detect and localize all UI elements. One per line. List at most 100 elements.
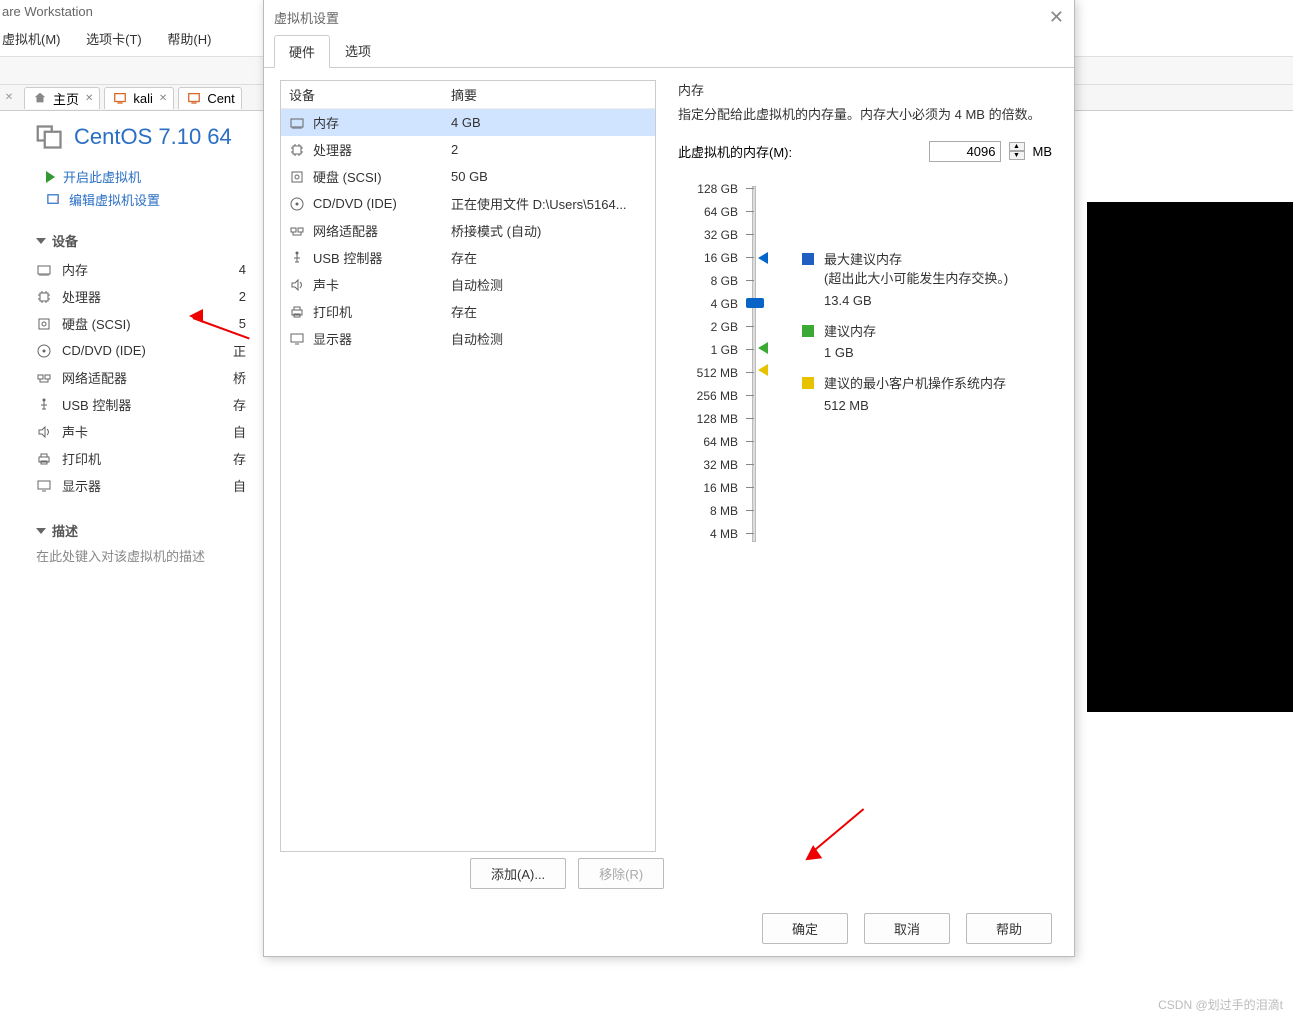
tab-centos[interactable]: Cent xyxy=(178,87,241,109)
scale-label: 16 MB xyxy=(678,481,738,504)
device-row[interactable]: CD/DVD (IDE)正 xyxy=(36,337,246,364)
vm-icon xyxy=(187,91,201,105)
tab-home[interactable]: 主页 ✕ xyxy=(24,87,100,109)
menu-help[interactable]: 帮助(H) xyxy=(167,32,211,47)
vm-preview-dark xyxy=(1087,202,1293,712)
hardware-row[interactable]: 打印机存在 xyxy=(281,298,655,325)
device-name: USB 控制器 xyxy=(62,395,131,414)
legend-suggested: 建议内存 xyxy=(824,322,876,342)
menu-vm[interactable]: 虚拟机(M) xyxy=(2,32,61,47)
device-row[interactable]: 处理器2 xyxy=(36,283,246,310)
memory-input[interactable] xyxy=(929,141,1001,162)
hardware-list[interactable]: 设备 摘要 内存4 GB处理器2硬盘 (SCSI)50 GBCD/DVD (ID… xyxy=(280,80,656,852)
disk-icon xyxy=(36,316,52,332)
scale-label: 512 MB xyxy=(678,366,738,389)
device-row[interactable]: 打印机 存 xyxy=(36,445,246,472)
disk-icon xyxy=(289,169,305,185)
add-hardware-button[interactable]: 添加(A)... xyxy=(470,858,566,889)
hw-name: 处理器 xyxy=(313,140,352,159)
hardware-row[interactable]: CD/DVD (IDE)正在使用文件 D:\Users\5164... xyxy=(281,190,655,217)
hw-summary: 50 GB xyxy=(451,169,647,184)
hw-name: 内存 xyxy=(313,113,339,132)
hw-name: 声卡 xyxy=(313,275,339,294)
legend-suggested-value: 1 GB xyxy=(824,345,1008,360)
hardware-row[interactable]: 处理器 2 xyxy=(281,136,655,163)
scale-label: 8 GB xyxy=(678,274,738,297)
hw-name: CD/DVD (IDE) xyxy=(313,196,397,211)
menu-tabs[interactable]: 选项卡(T) xyxy=(86,32,142,47)
remove-hardware-button[interactable]: 移除(R) xyxy=(578,858,664,889)
hw-summary: 存在 xyxy=(451,302,647,321)
scale-label: 64 GB xyxy=(678,205,738,228)
scale-label: 4 MB xyxy=(678,527,738,550)
vm-icon xyxy=(36,123,64,151)
device-value: 存 xyxy=(233,449,246,468)
device-name: 硬盘 (SCSI) xyxy=(62,314,131,333)
hw-summary: 2 xyxy=(451,142,647,157)
device-name: 内存 xyxy=(62,260,88,279)
device-name: 处理器 xyxy=(62,287,101,306)
cancel-button[interactable]: 取消 xyxy=(864,913,950,944)
scale-label: 64 MB xyxy=(678,435,738,458)
printer-icon xyxy=(36,451,52,467)
memory-icon xyxy=(289,115,305,131)
ok-button[interactable]: 确定 xyxy=(762,913,848,944)
marker-min-icon xyxy=(758,364,768,376)
memory-scale: 128 GB64 GB32 GB16 GB8 GB4 GB2 GB1 GB512… xyxy=(678,182,738,550)
help-button[interactable]: 帮助 xyxy=(966,913,1052,944)
device-name: 显示器 xyxy=(62,476,101,495)
memory-icon xyxy=(36,262,52,278)
device-value: 存 xyxy=(233,395,246,414)
scale-label: 2 GB xyxy=(678,320,738,343)
scale-label: 8 MB xyxy=(678,504,738,527)
scale-label: 4 GB xyxy=(678,297,738,320)
hw-summary: 自动检测 xyxy=(451,275,647,294)
hw-summary: 存在 xyxy=(451,248,647,267)
hardware-row[interactable]: 内存4 GB xyxy=(281,109,655,136)
memory-unit: MB xyxy=(1033,144,1053,159)
device-value: 桥 xyxy=(233,368,246,387)
tab-home-close[interactable]: ✕ xyxy=(85,93,93,104)
hardware-row[interactable]: 硬盘 (SCSI)50 GB xyxy=(281,163,655,190)
device-row[interactable]: USB 控制器 存 xyxy=(36,391,246,418)
hardware-row[interactable]: 网络适配器桥接模式 (自动) xyxy=(281,217,655,244)
dialog-title: 虚拟机设置 xyxy=(274,8,339,27)
cpu-icon xyxy=(36,289,52,305)
col-summary: 摘要 xyxy=(451,85,477,104)
edit-vm-label: 编辑虚拟机设置 xyxy=(69,190,160,209)
square-yellow-icon xyxy=(802,377,814,389)
device-row[interactable]: 网络适配器桥 xyxy=(36,364,246,391)
device-value: 正 xyxy=(233,341,246,360)
vm-title: CentOS 7.10 64 xyxy=(74,124,232,150)
device-value: 4 xyxy=(239,262,246,277)
memory-slider[interactable] xyxy=(744,182,768,550)
hardware-row[interactable]: USB 控制器存在 xyxy=(281,244,655,271)
hardware-row[interactable]: 显示器自动检测 xyxy=(281,325,655,352)
legend-max: 最大建议内存 xyxy=(824,252,902,267)
legend-min-value: 512 MB xyxy=(824,398,1008,413)
scale-label: 1 GB xyxy=(678,343,738,366)
start-vm-label: 开启此虚拟机 xyxy=(63,167,141,186)
device-row[interactable]: 内存 4 xyxy=(36,256,246,283)
edit-icon xyxy=(46,192,61,207)
device-row[interactable]: 显示器 自 xyxy=(36,472,246,499)
tab-options[interactable]: 选项 xyxy=(330,34,386,67)
tab-kali[interactable]: kali ✕ xyxy=(104,87,174,109)
tab-hardware[interactable]: 硬件 xyxy=(274,35,330,68)
hardware-row[interactable]: 声卡 自动检测 xyxy=(281,271,655,298)
device-row[interactable]: 硬盘 (SCSI)5 xyxy=(36,310,246,337)
legend-max-note: (超出此大小可能发生内存交换。) xyxy=(824,271,1008,286)
memory-spinner[interactable]: ▲▼ xyxy=(1009,142,1025,160)
hw-name: 显示器 xyxy=(313,329,352,348)
memory-panel-title: 内存 xyxy=(678,80,1052,99)
tab-kali-close[interactable]: ✕ xyxy=(159,93,167,104)
device-name: 打印机 xyxy=(62,449,101,468)
tab-close-left[interactable]: ✕ xyxy=(4,87,14,109)
tab-home-label: 主页 xyxy=(53,89,79,108)
device-value: 自 xyxy=(233,476,246,495)
memory-slider-handle[interactable] xyxy=(746,298,764,308)
device-row[interactable]: 声卡自 xyxy=(36,418,246,445)
sound-icon xyxy=(289,277,305,293)
dialog-close-button[interactable]: ✕ xyxy=(1049,7,1064,28)
vm-icon xyxy=(113,91,127,105)
